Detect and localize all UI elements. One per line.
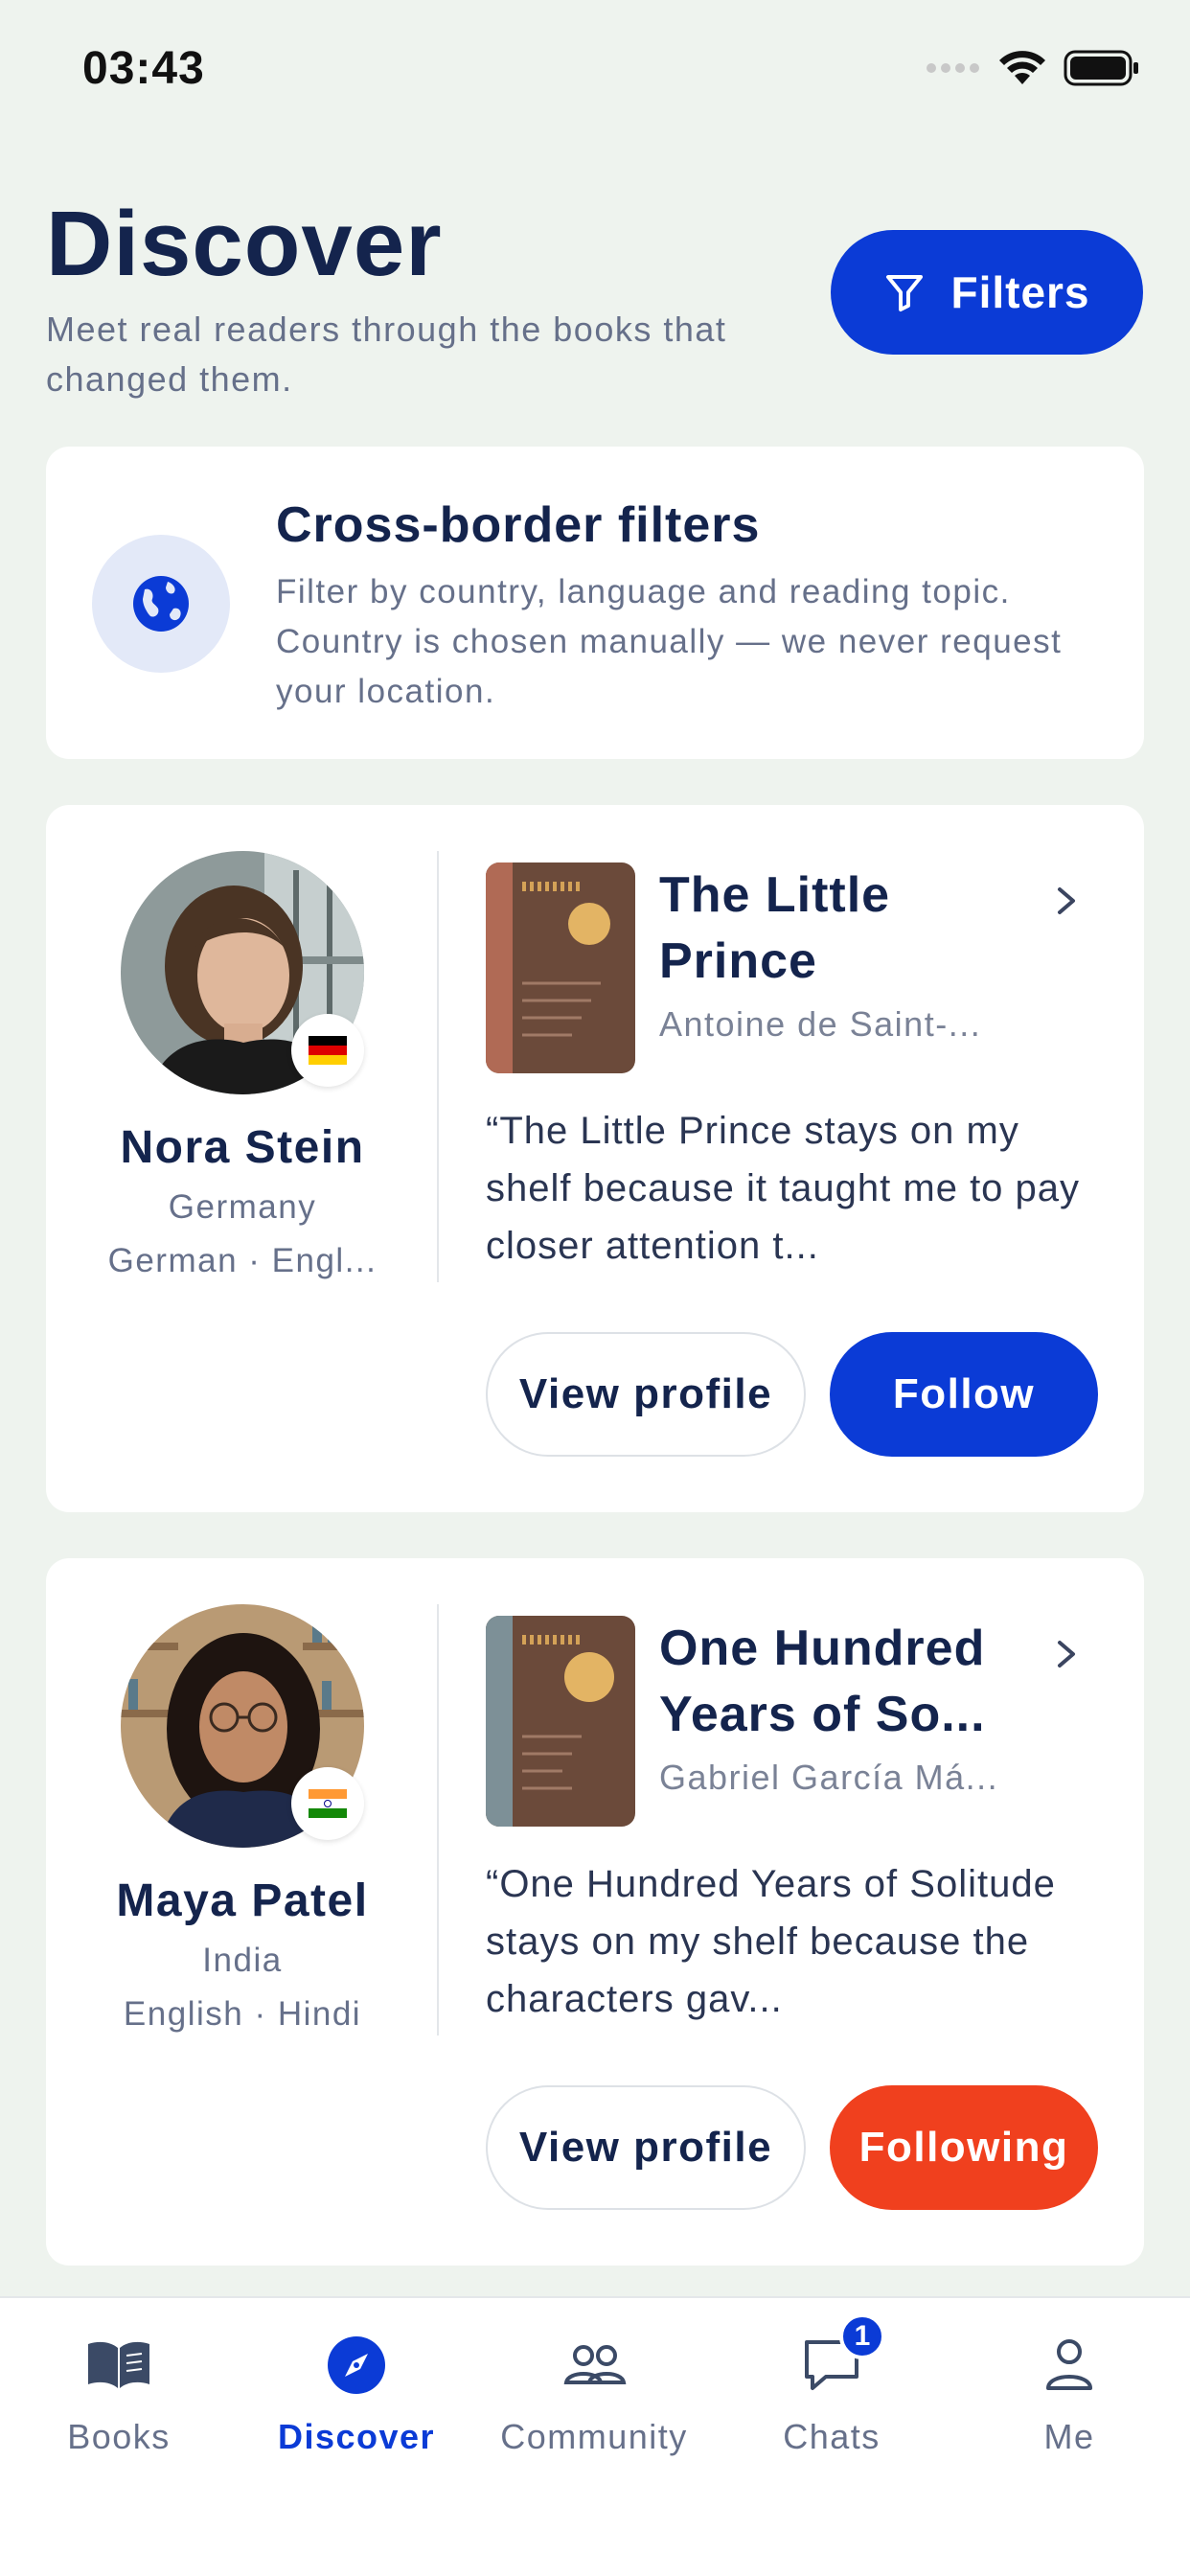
status-time: 03:43 [82,43,205,94]
tab-label: Chats [783,2417,881,2456]
follow-button[interactable]: Follow [830,1332,1098,1457]
book-title[interactable]: One Hundred Years of So... [659,1616,1042,1748]
globe-icon [133,576,189,632]
book-title[interactable]: The Little Prince [659,862,1042,995]
reader-languages: English · Hindi [123,1995,362,2033]
tab-label: Me [1043,2417,1095,2456]
chevron-right-icon[interactable] [1052,882,1081,920]
reader-card: Maya Patel India English · Hindi One Hun… [46,1558,1144,2266]
book-quote: “One Hundred Years of Solitude stays on … [486,1863,1056,2020]
book-cover[interactable] [486,862,635,1073]
tab-discover[interactable]: Discover [238,2327,475,2457]
unread-badge: 1 [839,2313,885,2359]
tab-books[interactable]: Books [0,2327,238,2457]
page-title: Discover [46,193,443,295]
globe-icon-wrap [92,535,230,673]
wifi-icon [999,51,1045,84]
view-profile-button[interactable]: View profile [486,1332,806,1457]
info-card-text: Filter by country, language and reading … [276,573,1063,710]
reader-name: Nora Stein [120,1122,365,1173]
people-icon [556,2327,632,2404]
chat-icon: 1 [793,2313,885,2404]
tab-chats[interactable]: 1 Chats [713,2313,950,2457]
reader-languages: German · Engl... [107,1242,378,1279]
tab-label: Discover [277,2417,436,2456]
following-button[interactable]: Following [830,2085,1098,2210]
page-subtitle: Meet real readers through the books that… [46,310,727,399]
person-icon [1031,2327,1108,2404]
india-flag-icon [291,1767,364,1840]
signal-icon [927,63,979,73]
chevron-right-icon[interactable] [1052,1635,1081,1673]
book-author: Antoine de Saint-... [659,1004,982,1044]
view-profile-button[interactable]: View profile [486,2085,806,2210]
cross-border-info-card: Cross-border filters Filter by country, … [46,447,1144,759]
tab-label: Books [67,2417,171,2456]
tab-label: Community [500,2417,688,2456]
filters-label: Filters [950,267,1090,317]
reader-country: Germany [168,1188,317,1226]
book-quote: “The Little Prince stays on my shelf bec… [486,1110,1081,1267]
divider [437,851,439,1282]
book-cover[interactable] [486,1616,635,1827]
tab-community[interactable]: Community [475,2327,713,2457]
book-author: Gabriel García Má... [659,1758,999,1797]
status-icons [926,50,1140,86]
bottom-tab-bar: Books Discover Community 1 Chats Me [0,2296,1190,2576]
germany-flag-icon [291,1014,364,1087]
status-bar: 03:43 [0,0,1190,144]
reader-name: Maya Patel [116,1875,369,1926]
compass-icon [318,2327,395,2404]
info-card-title: Cross-border filters [276,497,761,553]
reader-card: Nora Stein Germany German · Engl... The … [46,805,1144,1512]
divider [437,1604,439,2036]
tab-me[interactable]: Me [950,2327,1188,2457]
reader-country: India [202,1942,283,1979]
filter-icon [886,275,924,311]
filters-button[interactable]: Filters [831,230,1143,355]
book-icon [80,2327,157,2404]
battery-icon [1064,50,1138,86]
